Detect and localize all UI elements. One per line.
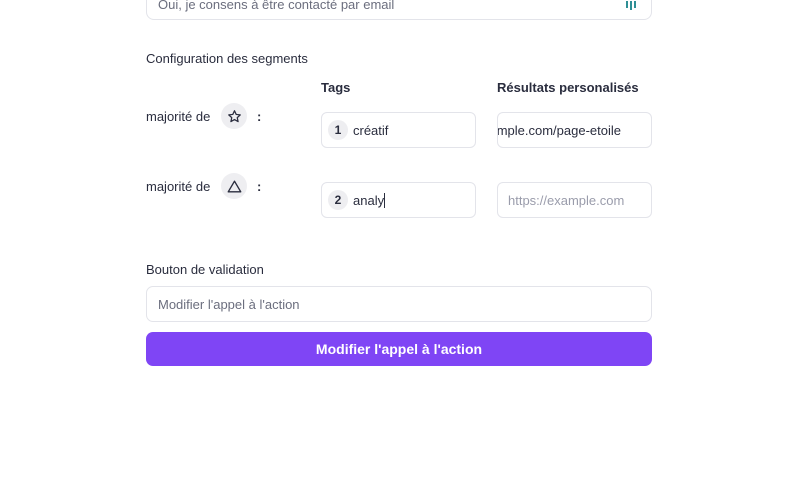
segment-row-label: majorité de [146, 179, 211, 194]
tag-input-text: analy [353, 193, 385, 208]
tag-input-value: analy [353, 193, 386, 208]
consent-field[interactable]: Oui, je consens à être contacté par emai… [146, 0, 652, 20]
cta-button[interactable]: Modifier l'appel à l'action [146, 332, 652, 366]
triangle-icon [221, 173, 247, 199]
tags-column-header: Tags [321, 80, 351, 95]
cta-text-input[interactable]: Modifier l'appel à l'action [146, 286, 652, 322]
result-url-input[interactable]: https://example.com/page-etoile [497, 112, 652, 148]
consent-field-value: Oui, je consens à être contacté par emai… [158, 0, 395, 12]
validation-section-label: Bouton de validation [146, 262, 264, 277]
tag-input[interactable]: 1 créatif [321, 112, 476, 148]
tag-number-badge: 2 [328, 190, 348, 210]
segments-section-label: Configuration des segments [146, 51, 308, 66]
segment-row-label: majorité de [146, 109, 211, 124]
results-column-header: Résultats personalisés [497, 80, 639, 95]
password-manager-icon[interactable] [625, 0, 637, 11]
tag-number-badge: 1 [328, 120, 348, 140]
star-icon [221, 103, 247, 129]
cta-text-input-value: Modifier l'appel à l'action [158, 297, 300, 312]
segment-colon: : [257, 179, 262, 194]
segment-colon: : [257, 109, 262, 124]
cta-button-label: Modifier l'appel à l'action [315, 341, 483, 357]
result-url-value: https://example.com/page-etoile [497, 123, 621, 138]
tag-input[interactable]: 2 analy [321, 182, 476, 218]
result-url-input[interactable]: https://example.com [497, 182, 652, 218]
text-caret [384, 193, 386, 208]
result-url-placeholder: https://example.com [508, 193, 625, 208]
tag-input-value: créatif [353, 123, 389, 138]
